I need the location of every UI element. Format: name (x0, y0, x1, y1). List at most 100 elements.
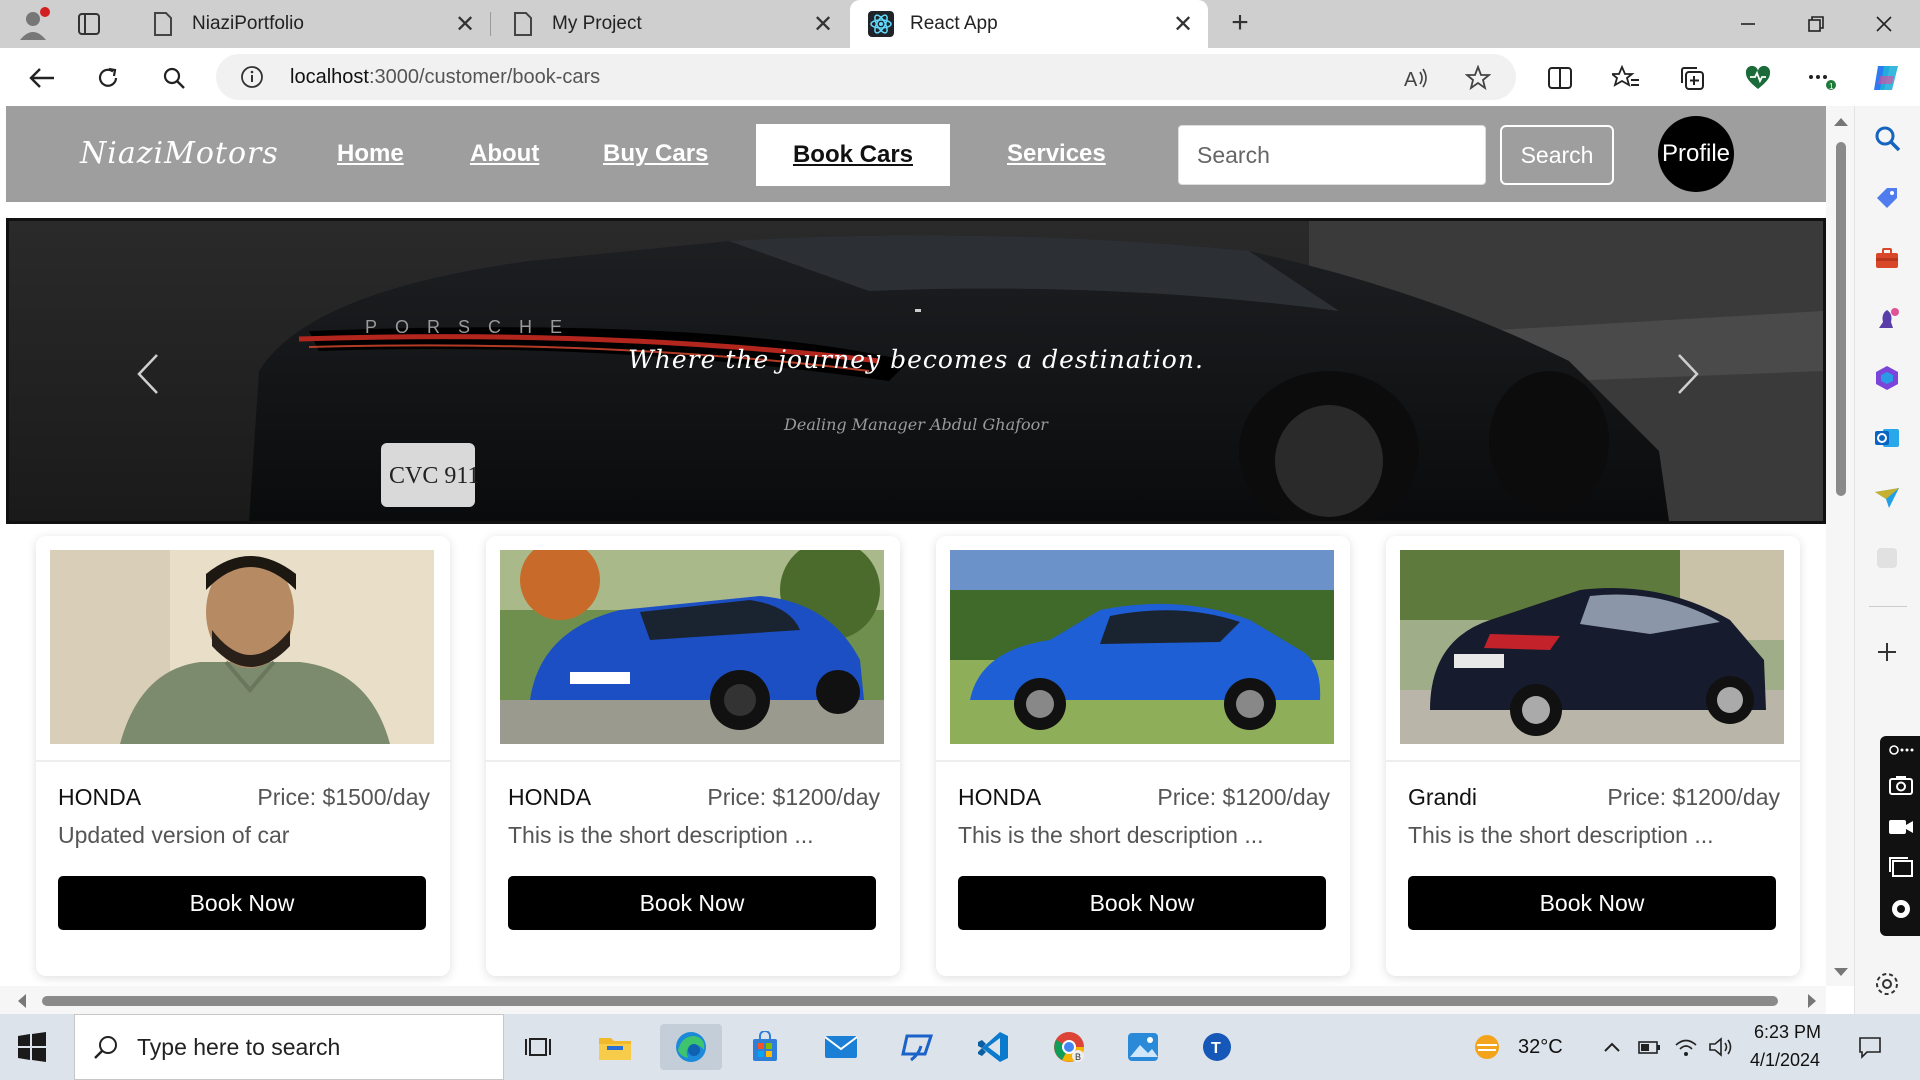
edge-browser-icon[interactable] (660, 1024, 722, 1070)
battery-icon[interactable] (1632, 1024, 1668, 1070)
clock-time[interactable]: 6:23 PM (1754, 1022, 1821, 1043)
file-explorer-icon[interactable] (584, 1024, 646, 1070)
split-screen-icon[interactable] (1540, 58, 1580, 98)
tools-briefcase-icon[interactable] (1873, 244, 1901, 272)
book-now-button[interactable]: Book Now (508, 876, 876, 930)
car-price: Price: $1200/day (1607, 784, 1780, 810)
nav-about[interactable]: About (470, 140, 539, 168)
carousel-indicator[interactable] (915, 309, 921, 312)
nav-home[interactable]: Home (337, 140, 404, 168)
card-divider (936, 760, 1350, 762)
scrollbar-thumb[interactable] (1836, 142, 1846, 496)
close-tab-icon[interactable]: ✕ (808, 9, 838, 39)
screen: NiaziPortfolio ✕ My Project ✕ React App … (0, 0, 1920, 1080)
car-price: Price: $1200/day (1157, 784, 1330, 810)
scroll-right-icon[interactable] (1808, 994, 1816, 1008)
back-arrow-icon[interactable] (22, 58, 62, 98)
license-plate-text: CVC 911 (389, 463, 479, 489)
book-now-button[interactable]: Book Now (58, 876, 426, 930)
url-host: localhost (290, 66, 369, 88)
task-view-icon[interactable] (508, 1024, 570, 1070)
m365-icon[interactable] (1873, 364, 1901, 392)
microsoft-store-icon[interactable] (734, 1024, 796, 1070)
close-tab-icon[interactable]: ✕ (1168, 9, 1198, 39)
nav-book-cars[interactable]: Book Cars (756, 124, 950, 186)
close-window-icon[interactable] (1850, 0, 1918, 48)
site-search-button[interactable]: Search (1500, 125, 1614, 185)
chat-app-icon[interactable] (886, 1024, 948, 1070)
brand-logo[interactable]: NiaziMotors (80, 136, 279, 171)
windows-start-icon[interactable] (14, 1030, 50, 1064)
vscode-icon[interactable] (962, 1024, 1024, 1070)
mail-icon[interactable] (810, 1024, 872, 1070)
taskbar-search-box[interactable]: Type here to search (74, 1014, 504, 1080)
add-sidebar-app-icon[interactable] (1873, 638, 1901, 666)
wifi-icon[interactable] (1668, 1024, 1704, 1070)
url-text[interactable]: localhost:3000/customer/book-cars (290, 66, 600, 89)
search-icon[interactable] (154, 58, 194, 98)
volume-icon[interactable] (1702, 1024, 1738, 1070)
copilot-icon[interactable] (1866, 58, 1906, 98)
profile-button[interactable]: Profile (1658, 116, 1734, 192)
scroll-up-icon[interactable] (1834, 118, 1848, 126)
screen-window-icon[interactable] (1888, 856, 1914, 878)
tab-niaziportfolio[interactable]: NiaziPortfolio ✕ (132, 0, 490, 48)
capture-settings-icon[interactable] (1888, 896, 1914, 918)
games-chess-icon[interactable] (1873, 304, 1901, 332)
site-search-input[interactable]: Search (1178, 125, 1486, 185)
scroll-down-icon[interactable] (1834, 968, 1848, 976)
nav-services[interactable]: Services (1007, 140, 1106, 168)
favorites-icon[interactable] (1606, 58, 1646, 98)
tab-react-app[interactable]: React App ✕ (850, 0, 1208, 48)
more-options-icon[interactable]: 1 (1802, 58, 1842, 98)
car-card: HONDA Price: $1500/day Updated version o… (36, 536, 450, 976)
sidebar-search-icon[interactable] (1873, 124, 1901, 152)
profile-avatar-icon[interactable] (16, 6, 54, 42)
read-aloud-icon[interactable]: A (1400, 62, 1432, 94)
clock-date[interactable]: 4/1/2024 (1750, 1050, 1820, 1071)
tab-my-project[interactable]: My Project ✕ (492, 0, 848, 48)
chrome-icon[interactable]: B (1038, 1024, 1100, 1070)
browser-essentials-icon[interactable] (1738, 58, 1778, 98)
new-tab-icon[interactable]: + (1222, 8, 1258, 40)
weather-temperature[interactable]: 32°C (1518, 1036, 1563, 1059)
hero-title: Where the journey becomes a destination. (628, 345, 1204, 374)
show-hidden-icons-chevron[interactable] (1592, 1024, 1632, 1070)
outlook-icon[interactable] (1873, 424, 1901, 452)
refresh-icon[interactable] (88, 58, 128, 98)
tab-actions-icon[interactable] (72, 10, 106, 38)
carousel-prev-icon[interactable] (133, 351, 163, 397)
photos-icon[interactable] (1112, 1024, 1174, 1070)
tab-title: My Project (552, 13, 642, 34)
send-drop-icon[interactable] (1873, 484, 1901, 512)
camera-icon[interactable] (1888, 774, 1914, 796)
address-bar[interactable]: localhost:3000/customer/book-cars A (216, 54, 1516, 100)
minimize-icon[interactable] (1714, 0, 1782, 48)
faded-app-icon[interactable] (1873, 544, 1901, 572)
car-image (950, 550, 1334, 744)
typing-app-icon[interactable]: T (1186, 1024, 1248, 1070)
collections-icon[interactable] (1672, 58, 1712, 98)
site-info-icon[interactable] (240, 65, 264, 89)
notifications-icon[interactable] (1848, 1024, 1892, 1070)
book-now-button[interactable]: Book Now (1408, 876, 1776, 930)
tab-title: React App (910, 13, 998, 34)
nav-buy-cars[interactable]: Buy Cars (603, 140, 708, 168)
card-divider (486, 760, 900, 762)
restore-icon[interactable] (1782, 0, 1850, 48)
close-tab-icon[interactable]: ✕ (450, 9, 480, 39)
car-image (1400, 550, 1784, 744)
shopping-tag-icon[interactable] (1873, 184, 1901, 212)
video-camera-icon[interactable] (1888, 816, 1914, 838)
book-now-button[interactable]: Book Now (958, 876, 1326, 930)
scroll-left-icon[interactable] (18, 994, 26, 1008)
carousel-next-icon[interactable] (1673, 351, 1703, 397)
sidebar-settings-icon[interactable] (1873, 970, 1901, 998)
svg-text:T: T (1211, 1040, 1221, 1057)
favorite-star-icon[interactable] (1462, 62, 1494, 94)
car-name: Grandi (1408, 784, 1478, 810)
vertical-scrollbar[interactable] (1826, 106, 1854, 986)
scrollbar-thumb[interactable] (42, 996, 1778, 1006)
horizontal-scrollbar[interactable] (0, 986, 1826, 1014)
capture-more-icon[interactable] (1888, 742, 1914, 764)
